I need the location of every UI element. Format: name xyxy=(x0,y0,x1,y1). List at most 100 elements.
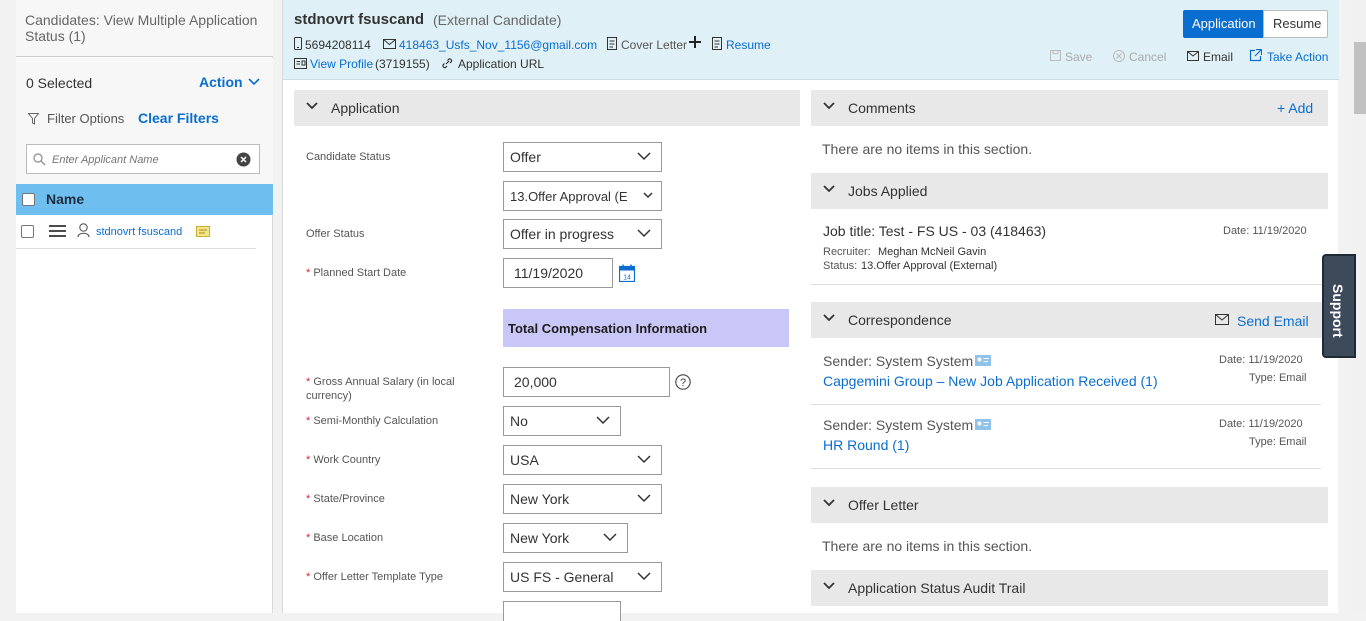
tab-application-label: Application xyxy=(1192,16,1256,31)
state-select[interactable]: New York xyxy=(503,484,662,514)
corr-sender: Sender: System System xyxy=(823,417,974,433)
profile-card-icon[interactable] xyxy=(196,226,210,237)
application-url-link[interactable]: Application URL xyxy=(458,57,544,71)
chevron-down-icon xyxy=(637,572,651,581)
correspondence-section-header[interactable]: Correspondence Send Email xyxy=(811,302,1328,338)
name-column-header[interactable]: Name xyxy=(46,191,84,207)
email-button[interactable]: Email xyxy=(1203,50,1233,64)
label-text: Gross Annual Salary (in local currency) xyxy=(306,376,455,402)
label-text: Offer Letter Template Type xyxy=(313,571,443,583)
total-compensation-header: Total Compensation Information xyxy=(503,309,789,347)
help-icon[interactable]: ? xyxy=(675,374,691,390)
calendar-icon[interactable]: 14 xyxy=(619,264,635,282)
planned-start-date-input[interactable]: 11/19/2020 xyxy=(503,258,613,288)
action-menu-button[interactable]: Action xyxy=(199,74,243,90)
select-value: No xyxy=(510,413,528,429)
offer-status-label: Offer Status xyxy=(306,228,365,240)
chevron-down-icon xyxy=(823,185,835,193)
cancel-icon xyxy=(1113,50,1125,62)
label-text: Semi-Monthly Calculation xyxy=(313,415,439,427)
view-profile-link[interactable]: View Profile xyxy=(310,57,373,71)
chevron-down-icon xyxy=(603,533,617,542)
select-all-checkbox[interactable] xyxy=(22,193,35,206)
clear-filters-link[interactable]: Clear Filters xyxy=(138,110,219,126)
candidate-list-panel: Candidates: View Multiple Application St… xyxy=(16,0,273,613)
tab-application[interactable]: Application xyxy=(1183,10,1263,38)
contact-card-icon[interactable] xyxy=(975,355,991,366)
menu-icon[interactable] xyxy=(49,224,67,238)
corr-subject-link[interactable]: HR Round (1) xyxy=(823,437,909,453)
chevron-down-icon xyxy=(248,78,260,86)
candidate-checkbox[interactable] xyxy=(21,225,34,238)
next-field-select[interactable] xyxy=(503,601,621,621)
candidate-name: stdnovrt fsuscand xyxy=(294,11,425,28)
filter-options-button[interactable]: Filter Options xyxy=(47,111,124,126)
corr-sender: Sender: System System xyxy=(823,353,974,369)
section-title: Correspondence xyxy=(848,312,952,328)
offer-template-label: * Offer Letter Template Type xyxy=(306,571,443,583)
cancel-button[interactable]: Cancel xyxy=(1129,50,1166,64)
application-detail: stdnovrt fsuscand (External Candidate) 5… xyxy=(282,0,1339,621)
gross-salary-input[interactable]: 20,000 xyxy=(503,367,670,397)
base-location-select[interactable]: New York xyxy=(503,523,628,553)
list-item: stdnovrt fsuscand xyxy=(16,215,256,249)
jobs-applied-section-header[interactable]: Jobs Applied xyxy=(811,173,1328,209)
cover-letter-label: Cover Letter xyxy=(621,38,688,52)
save-button[interactable]: Save xyxy=(1065,50,1092,64)
offer-status-select[interactable]: Offer in progress xyxy=(503,219,662,249)
phone-number: 5694208114 xyxy=(305,38,371,52)
corr-date: Date: 11/19/2020 xyxy=(1219,418,1303,430)
person-icon xyxy=(77,223,90,238)
base-location-label: * Base Location xyxy=(306,532,384,544)
email-link[interactable]: 418463_Usfs_Nov_1156@gmail.com xyxy=(399,38,597,52)
external-action-icon xyxy=(1249,49,1262,62)
send-email-link[interactable]: Send Email xyxy=(1237,313,1309,329)
select-value: 13.Offer Approval (E xyxy=(510,189,628,204)
chevron-down-icon xyxy=(637,455,651,464)
candidate-name-link[interactable]: stdnovrt fsuscand xyxy=(96,226,182,238)
semi-monthly-select[interactable]: No xyxy=(503,406,621,436)
offer-letter-section-header[interactable]: Offer Letter xyxy=(811,487,1328,523)
label-text: State/Province xyxy=(313,493,385,505)
work-country-select[interactable]: USA xyxy=(503,445,662,475)
take-action-button[interactable]: Take Action xyxy=(1267,50,1328,64)
add-comment-link[interactable]: + Add xyxy=(1277,100,1313,116)
select-value: New York xyxy=(510,491,570,507)
application-section-header[interactable]: Application xyxy=(294,90,800,126)
comments-section-header[interactable]: Comments + Add xyxy=(811,90,1328,126)
resume-link[interactable]: Resume xyxy=(726,38,771,52)
comments-empty-text: There are no items in this section. xyxy=(822,141,1033,157)
save-icon xyxy=(1050,50,1061,61)
phone-icon xyxy=(294,37,302,50)
audit-trail-section-header[interactable]: Application Status Audit Trail xyxy=(811,570,1328,606)
email-icon xyxy=(1215,314,1229,325)
contact-card-icon[interactable] xyxy=(975,419,991,430)
chevron-down-icon xyxy=(596,416,610,425)
document-icon xyxy=(607,37,617,50)
applicant-search-field[interactable] xyxy=(26,144,260,174)
corr-date: Date: 11/19/2020 xyxy=(1219,354,1303,366)
tab-resume[interactable]: Resume xyxy=(1263,10,1328,38)
candidate-status-select[interactable]: Offer xyxy=(503,142,662,172)
profile-id: (3719155) xyxy=(375,57,430,71)
support-tab[interactable]: Support xyxy=(1322,254,1356,358)
label-text: Work Country xyxy=(313,454,381,466)
input-value: 11/19/2020 xyxy=(514,265,584,281)
clear-search-icon[interactable] xyxy=(236,152,251,167)
add-cover-letter-icon[interactable] xyxy=(689,36,701,48)
scrollbar-thumb[interactable] xyxy=(1354,42,1366,114)
corr-subject-link[interactable]: Capgemini Group – New Job Application Re… xyxy=(823,373,1158,389)
chevron-down-icon xyxy=(823,582,835,590)
offer-template-select[interactable]: US FS - General xyxy=(503,562,662,592)
state-label: * State/Province xyxy=(306,493,385,505)
support-label: Support xyxy=(1330,284,1346,338)
search-input[interactable] xyxy=(52,151,222,168)
select-value: Offer xyxy=(510,149,541,165)
gross-salary-label: * Gross Annual Salary (in local currency… xyxy=(306,376,455,402)
chevron-down-icon xyxy=(637,229,651,238)
total-comp-title: Total Compensation Information xyxy=(508,321,708,336)
divider xyxy=(811,404,1321,405)
recruiter-label: Recruiter: xyxy=(823,246,871,258)
sub-status-select[interactable]: 13.Offer Approval (E xyxy=(503,181,662,211)
candidate-type: (External Candidate) xyxy=(433,12,562,28)
